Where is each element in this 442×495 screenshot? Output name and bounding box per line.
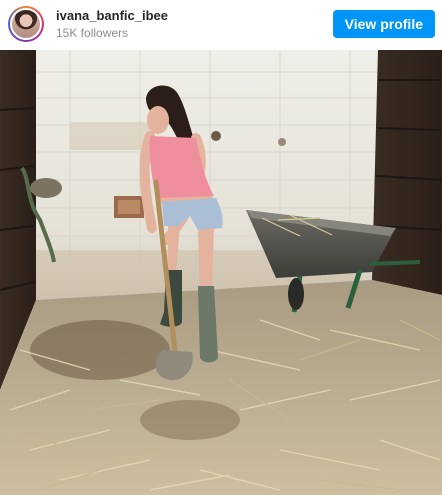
post-photo[interactable] [0, 50, 442, 495]
instagram-embed: ivana_banfic_ibee 15K followers View pro… [0, 0, 442, 495]
follower-count: 15K followers [56, 25, 129, 40]
view-profile-button[interactable]: View profile [332, 10, 435, 38]
stable-photo-image [0, 50, 442, 495]
post-header: ivana_banfic_ibee 15K followers View pro… [0, 0, 442, 48]
avatar-ring[interactable] [8, 6, 44, 42]
username-link[interactable]: ivana_banfic_ibee [56, 8, 333, 24]
avatar[interactable] [10, 8, 42, 40]
user-info: ivana_banfic_ibee 15K followers [56, 8, 333, 41]
